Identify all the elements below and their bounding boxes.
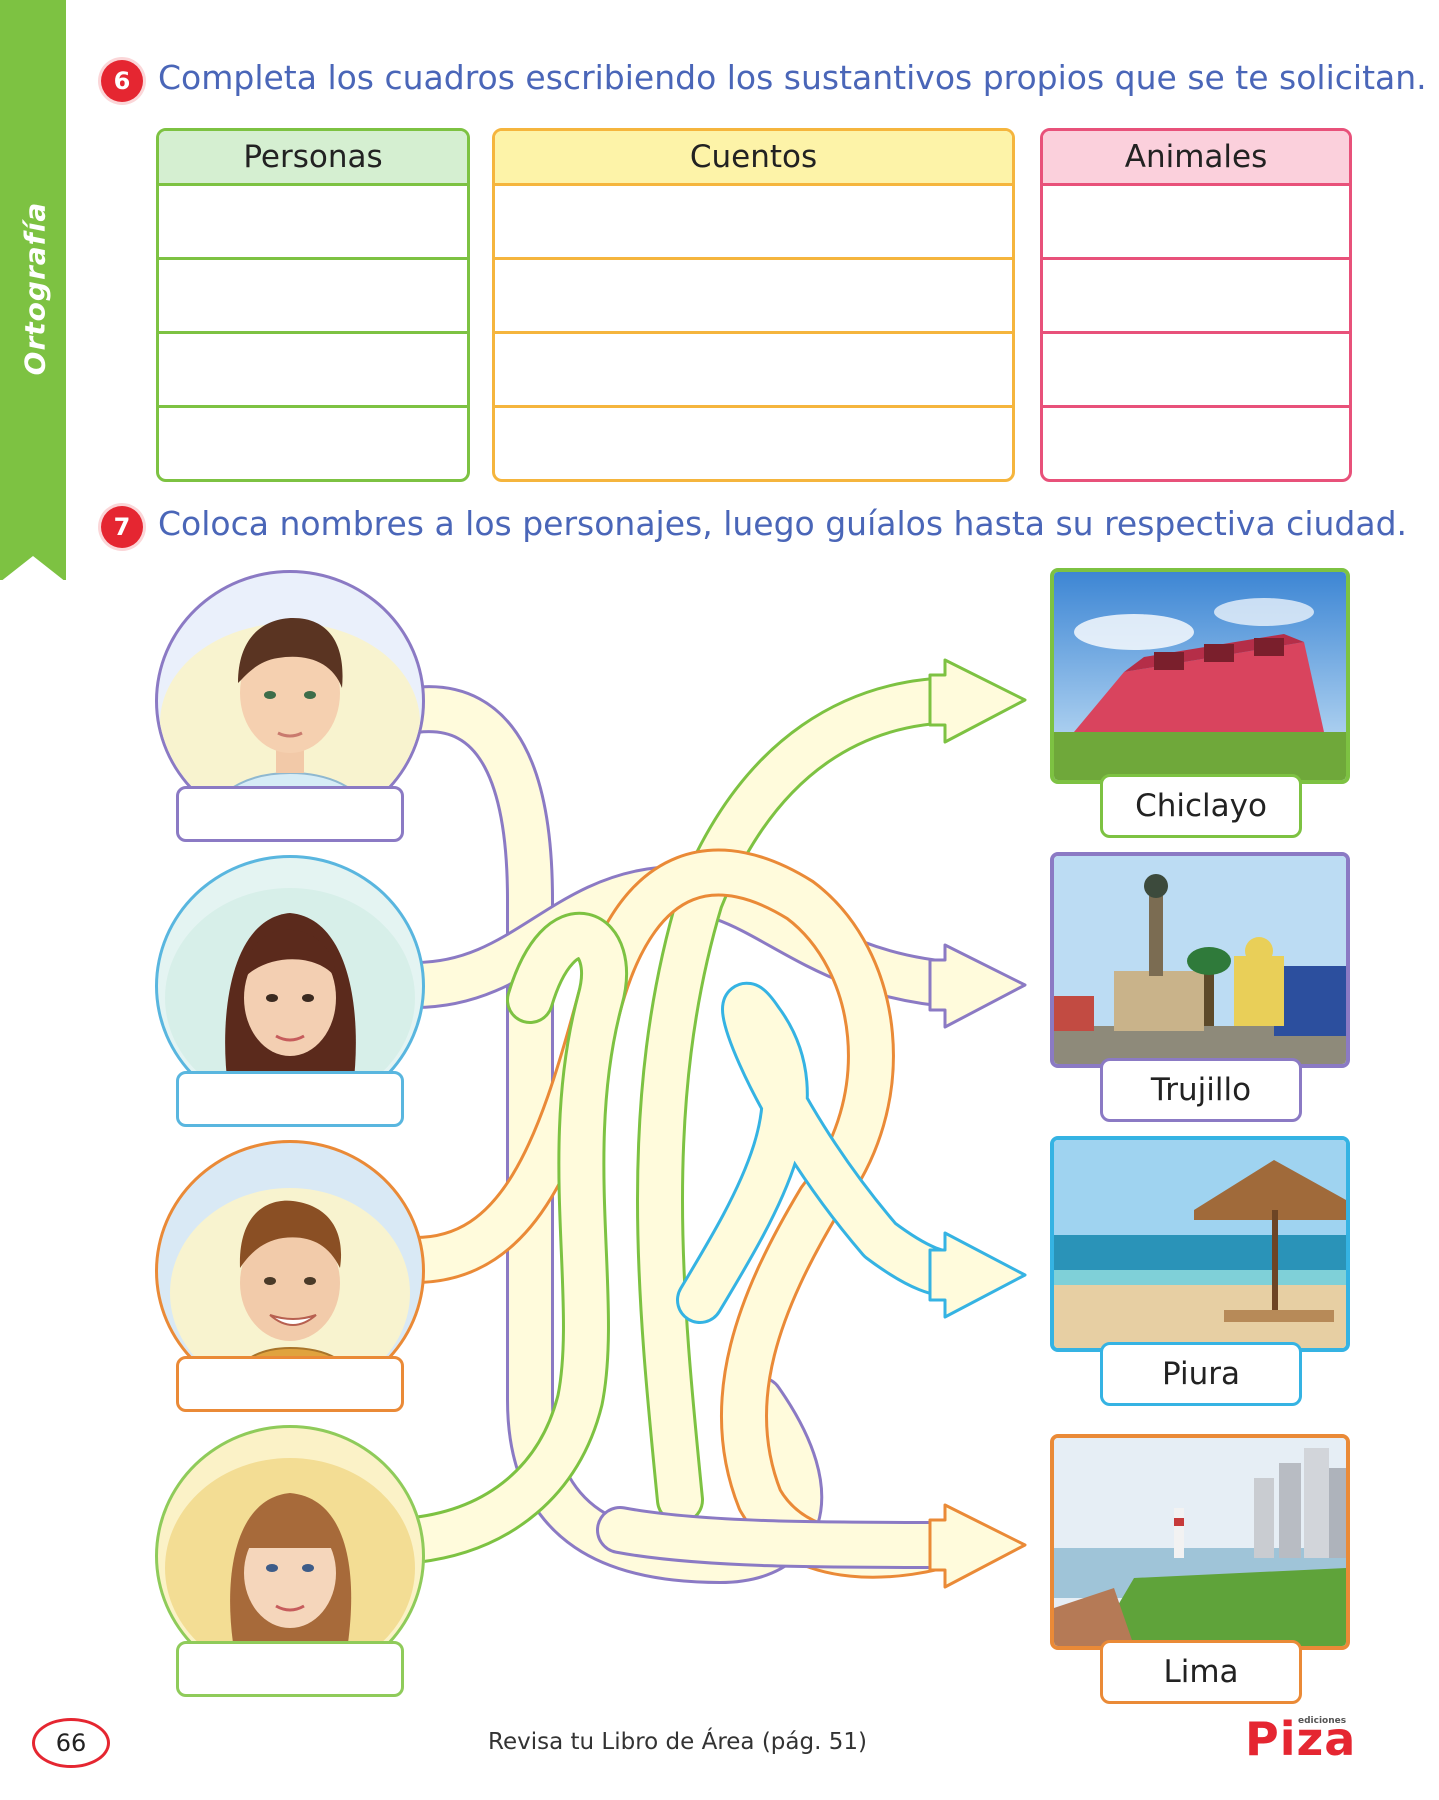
arrow-head-piura xyxy=(928,1231,1027,1319)
photo-piura xyxy=(1050,1136,1350,1352)
arrow-head-trujillo xyxy=(928,943,1027,1029)
name-box-character-2[interactable] xyxy=(176,1071,404,1127)
city-label-trujillo: Trujillo xyxy=(1100,1058,1302,1122)
name-box-character-3[interactable] xyxy=(176,1356,404,1412)
piura-beach-image xyxy=(1054,1140,1346,1348)
maze-path-to-lima xyxy=(596,1506,984,1569)
city-label-lima: Lima xyxy=(1100,1640,1302,1704)
arrow-head-lima xyxy=(928,1503,1027,1589)
city-label-chiclayo: Chiclayo xyxy=(1100,774,1302,838)
footer-reference: Revisa tu Libro de Área (pág. 51) xyxy=(488,1729,867,1755)
name-box-character-1[interactable] xyxy=(176,786,404,842)
city-label-piura: Piura xyxy=(1100,1342,1302,1406)
lima-coast-image xyxy=(1054,1438,1346,1646)
trujillo-plaza-image xyxy=(1054,856,1346,1064)
page-number: 66 xyxy=(32,1718,110,1768)
arrow-head-chiclayo xyxy=(928,658,1027,744)
photo-chiclayo xyxy=(1050,568,1350,784)
photo-lima xyxy=(1050,1434,1350,1650)
maze-path-to-piura xyxy=(676,981,984,1324)
publisher-logo: Piza xyxy=(1245,1712,1357,1766)
photo-trujillo xyxy=(1050,852,1350,1068)
name-box-character-4[interactable] xyxy=(176,1641,404,1697)
chiclayo-museum-image xyxy=(1054,572,1346,780)
